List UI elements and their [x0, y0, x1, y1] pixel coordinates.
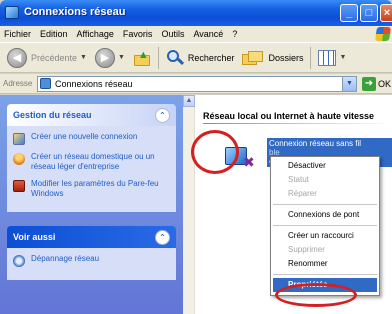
menu-item-bridge[interactable]: Connexions de pont — [271, 208, 379, 222]
menu-item-delete: Supprimer — [288, 245, 325, 254]
menu-separator — [273, 225, 377, 226]
menu-file[interactable]: Fichier — [4, 29, 31, 39]
task-pane: Gestion du réseau ⌃ Créer une nouvelle c… — [0, 95, 183, 314]
see-also-header[interactable]: Voir aussi ⌃ — [7, 226, 176, 248]
search-button[interactable]: Rechercher — [162, 46, 239, 70]
address-label: Adresse — [3, 79, 33, 88]
vertical-scrollbar[interactable]: ▲ — [183, 95, 195, 314]
menu-item-rename[interactable]: Renommer — [271, 257, 379, 271]
maximize-button[interactable]: □ — [360, 4, 378, 22]
highlight-circle-icon — [191, 130, 239, 174]
menu-advanced[interactable]: Avancé — [193, 29, 223, 39]
windows-logo-icon — [375, 27, 391, 41]
back-label: Précédente — [31, 52, 78, 63]
go-arrow-icon: ➜ — [362, 76, 376, 91]
group-divider — [203, 123, 392, 124]
network-tasks-body: Créer une nouvelle connexion Créer un ré… — [7, 126, 176, 212]
task-label: Créer une nouvelle connexion — [31, 132, 138, 141]
menu-separator — [273, 274, 377, 275]
address-bar: Adresse Connexions réseau ▼ ➜ OK — [0, 74, 392, 94]
go-label: OK — [378, 78, 392, 89]
connection-name-line1: Connexion réseau sans fil — [269, 139, 362, 148]
search-label: Rechercher — [187, 52, 235, 63]
menu-bar: Fichier Edition Affichage Favoris Outils… — [0, 26, 392, 43]
task-firewall-settings[interactable]: Modifier les paramètres du Pare-feu Wind… — [13, 179, 170, 199]
group-header: Réseau local ou Internet à haute vitesse — [203, 111, 375, 121]
collapse-icon[interactable]: ⌃ — [155, 229, 170, 245]
title-bar: Connexions réseau _ □ × — [0, 0, 392, 26]
troubleshoot-icon — [13, 255, 25, 267]
menu-edit[interactable]: Edition — [40, 29, 68, 39]
context-menu: Désactiver Statut Réparer Connexions de … — [270, 156, 380, 296]
search-icon — [166, 49, 184, 67]
forward-arrow-icon: ▶ — [94, 47, 115, 68]
menu-favorites[interactable]: Favoris — [123, 29, 153, 39]
network-connections-icon — [5, 6, 19, 19]
network-tasks-title: Gestion du réseau — [13, 110, 92, 120]
new-connection-icon — [13, 133, 25, 145]
minimize-button[interactable]: _ — [340, 4, 358, 22]
scroll-up-icon[interactable]: ▲ — [183, 95, 195, 107]
see-also-title: Voir aussi — [13, 232, 56, 242]
chevron-down-icon[interactable]: ▼ — [342, 76, 356, 91]
toolbar-divider — [310, 46, 312, 69]
network-tasks-header[interactable]: Gestion du réseau ⌃ — [7, 104, 176, 126]
menu-item-disable[interactable]: Désactiver — [271, 159, 379, 173]
collapse-icon[interactable]: ⌃ — [155, 107, 170, 123]
folders-label: Dossiers — [268, 52, 304, 63]
menu-tools[interactable]: Outils — [161, 29, 184, 39]
task-label: Modifier les paramètres du Pare-feu Wind… — [31, 179, 159, 198]
folder-up-icon: ▲ — [133, 49, 151, 67]
home-network-icon — [13, 153, 25, 165]
address-input[interactable]: Connexions réseau ▼ — [37, 75, 357, 92]
menu-separator — [273, 204, 377, 205]
folders-button[interactable]: Dossiers — [238, 46, 307, 70]
back-button[interactable]: ◀ Précédente ▼ — [3, 46, 91, 70]
address-value: Connexions réseau — [55, 78, 133, 89]
go-button[interactable]: ➜ OK — [362, 76, 392, 91]
task-label: Dépannage réseau — [31, 254, 100, 263]
menu-item-shortcut[interactable]: Créer un raccourci — [271, 229, 379, 243]
highlight-oval-icon — [275, 283, 357, 307]
toolbar-divider — [157, 46, 159, 69]
task-create-connection[interactable]: Créer une nouvelle connexion — [13, 132, 170, 145]
back-arrow-icon: ◀ — [7, 47, 27, 68]
menu-help[interactable]: ? — [232, 29, 237, 39]
see-also-body: Dépannage réseau — [7, 248, 176, 280]
network-connections-icon — [40, 78, 51, 89]
forward-button[interactable]: ▶ ▼ — [91, 46, 129, 70]
task-label: Créer un réseau domestique ou un réseau … — [31, 152, 155, 171]
up-button[interactable]: ▲ — [129, 46, 155, 70]
firewall-icon — [13, 180, 25, 192]
toolbar: ◀ Précédente ▼ ▶ ▼ ▲ Rechercher Dossiers… — [0, 43, 392, 73]
menu-item-status: Statut — [288, 175, 309, 184]
chevron-down-icon[interactable]: ▼ — [118, 54, 125, 61]
task-home-network[interactable]: Créer un réseau domestique ou un réseau … — [13, 152, 170, 172]
menu-view[interactable]: Affichage — [77, 29, 114, 39]
task-network-troubleshoot[interactable]: Dépannage réseau — [13, 254, 170, 267]
close-button[interactable]: × — [380, 4, 392, 22]
views-icon — [318, 49, 337, 66]
window-title: Connexions réseau — [24, 6, 126, 18]
menu-item-repair: Réparer — [288, 189, 317, 198]
views-button[interactable]: ▼ — [314, 46, 350, 70]
chevron-down-icon[interactable]: ▼ — [339, 54, 346, 61]
chevron-down-icon[interactable]: ▼ — [80, 54, 87, 61]
folders-icon — [242, 49, 264, 67]
